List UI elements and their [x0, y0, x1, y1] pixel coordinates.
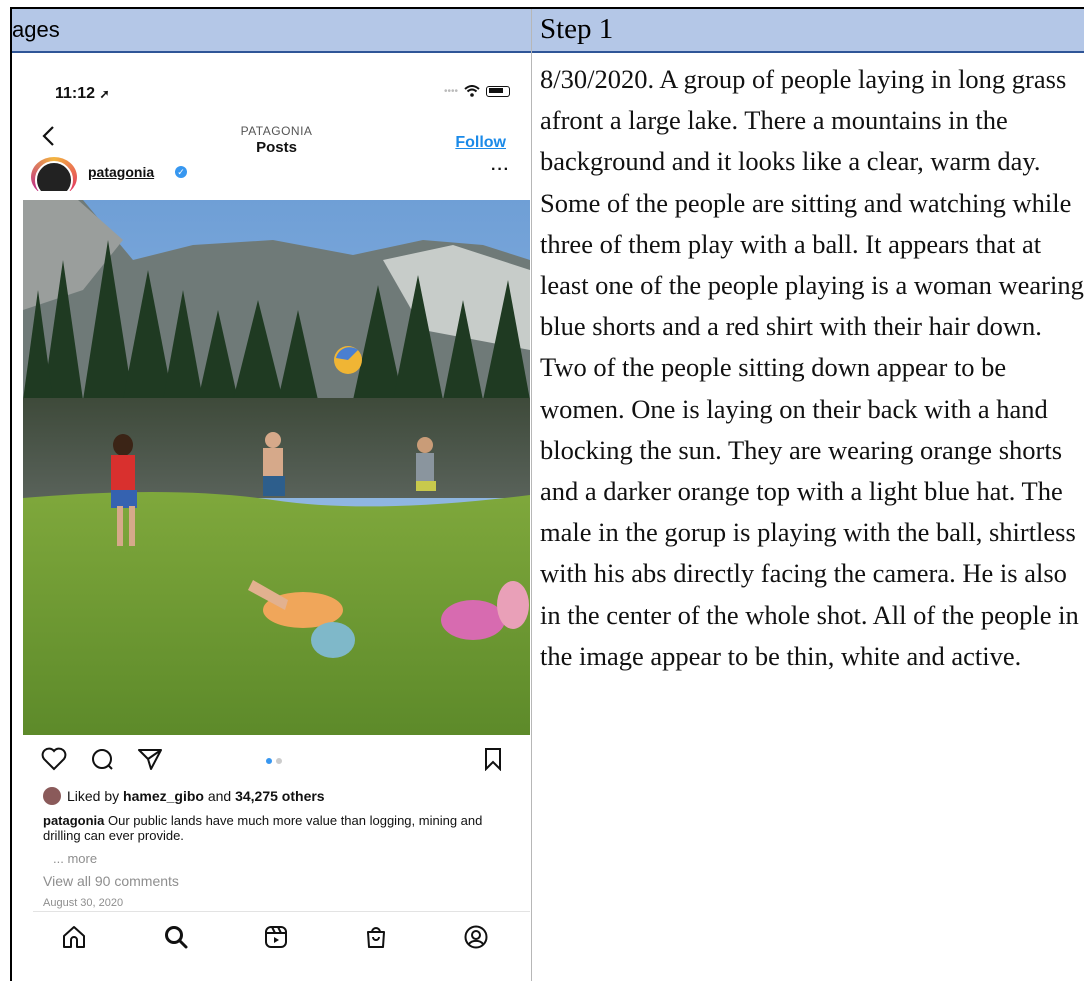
wifi-icon — [464, 85, 480, 97]
status-time: 11:12 ➚ — [55, 85, 110, 102]
liker-avatar — [43, 787, 61, 805]
signal-icon: •••• — [443, 85, 458, 97]
header-step-label: Step 1 — [540, 13, 614, 45]
reels-icon[interactable] — [263, 924, 289, 950]
carousel-dots — [266, 758, 282, 764]
likes-count[interactable]: 34,275 others — [235, 788, 325, 804]
profile-icon[interactable] — [463, 924, 489, 950]
step-description-text: 8/30/2020. A group of people laying in l… — [540, 64, 1084, 671]
bottom-tab-bar — [23, 919, 530, 955]
likes-summary[interactable]: Liked by hamez_gibo and 34,275 others — [43, 787, 325, 805]
post-caption: patagonia Our public lands have much mor… — [43, 813, 483, 843]
instagram-screenshot: 11:12 ➚ •••• PATAGONIA Posts Follow pata… — [23, 65, 530, 981]
caption-username[interactable]: patagonia — [43, 813, 104, 828]
battery-icon — [486, 85, 510, 97]
shop-icon[interactable] — [363, 924, 389, 950]
caption-more-link[interactable]: ... more — [53, 851, 97, 866]
liker-username[interactable]: hamez_gibo — [123, 788, 204, 804]
header-images-label: ages — [12, 17, 60, 42]
post-photo[interactable] — [23, 200, 530, 735]
tabbar-divider — [33, 911, 530, 912]
follow-button[interactable]: Follow — [455, 134, 506, 152]
comment-icon[interactable] — [89, 747, 115, 771]
home-icon[interactable] — [61, 924, 87, 950]
more-options-icon[interactable]: ··· — [491, 161, 510, 179]
verified-badge-icon: ✓ — [175, 166, 187, 178]
avatar[interactable] — [31, 157, 77, 191]
table-header-row: ages Step 1 — [12, 9, 1084, 53]
nav-title: Posts — [256, 139, 297, 156]
bookmark-icon[interactable] — [483, 747, 503, 771]
column-divider — [531, 9, 532, 981]
account-name-link[interactable]: patagonia — [88, 164, 154, 180]
view-comments-link[interactable]: View all 90 comments — [43, 873, 179, 889]
search-icon[interactable] — [163, 924, 189, 950]
heart-icon[interactable] — [41, 747, 67, 771]
post-date: August 30, 2020 — [43, 897, 124, 909]
location-arrow-icon: ➚ — [99, 87, 110, 101]
send-icon[interactable] — [137, 747, 163, 771]
status-indicators: •••• — [444, 85, 510, 97]
nav-subtitle: PATAGONIA — [240, 124, 313, 138]
